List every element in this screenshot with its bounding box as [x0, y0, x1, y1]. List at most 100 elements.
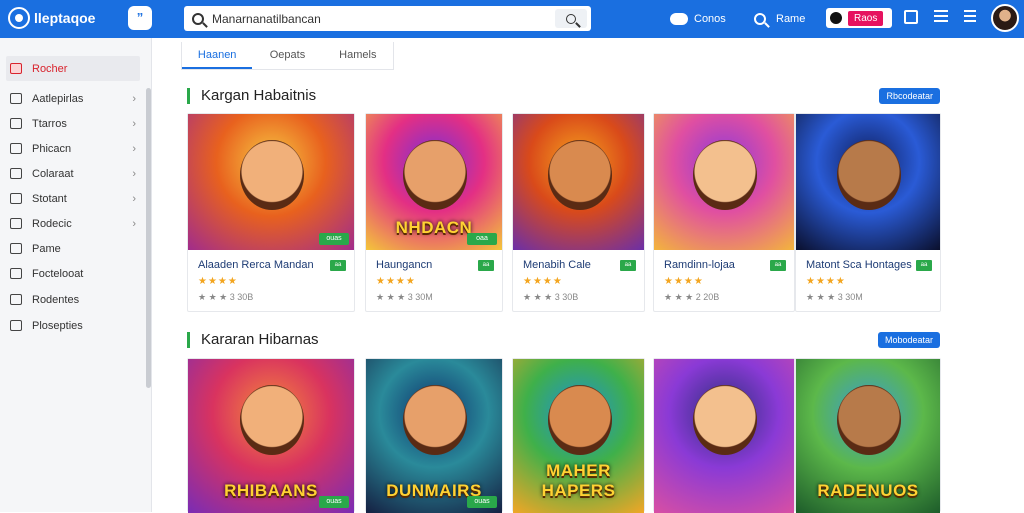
game-card[interactable]: NHDACN oaa Haungancn aa ★★★★ ★ ★ ★ 3 30M [365, 113, 503, 312]
game-thumbnail[interactable]: ouas [188, 114, 354, 250]
tab-haanen[interactable]: Haanen [182, 42, 253, 69]
chevron-right-icon: › [132, 142, 136, 155]
sidebar-item-label: Rocher [32, 62, 68, 75]
sidebar-item-0[interactable]: Rocher [6, 56, 140, 81]
sidebar-item-label: Rodecic [32, 217, 72, 230]
card-title: Alaaden Rerca Mandan [198, 259, 314, 271]
game-thumbnail[interactable]: RADENUOS [796, 359, 940, 513]
tag-icon [10, 168, 22, 179]
section-title: Kararan Hibarnas [201, 331, 319, 348]
search-bar [184, 6, 591, 31]
sidebar-item-1[interactable]: Aatlepirlas › [6, 86, 140, 111]
character-art [837, 385, 901, 455]
gift-icon[interactable] [904, 10, 918, 24]
sidebar-item-10[interactable]: Plosepties [6, 313, 140, 338]
sidebar-item-label: Phicacn [32, 142, 72, 155]
sidebar-item-9[interactable]: Rodentes [6, 287, 140, 312]
pencil-icon [10, 193, 22, 204]
frame-icon [10, 320, 22, 331]
character-art [693, 140, 757, 210]
new-badge: oaa [467, 233, 497, 245]
game-thumbnail[interactable]: MAHER HAPERS [513, 359, 644, 513]
game-card[interactable]: DUNMAIRS ouas [365, 358, 503, 513]
rating-stars: ★★★★ [806, 276, 846, 287]
game-thumbnail[interactable] [796, 114, 940, 250]
grid-icon [10, 243, 22, 254]
menu-icon[interactable] [934, 10, 948, 24]
avatar[interactable] [991, 4, 1019, 32]
game-thumbnail[interactable] [654, 114, 794, 250]
search-nav[interactable]: Rame [754, 0, 805, 38]
card-title: Matont Sca Hontages [806, 259, 912, 271]
sidebar-item-5[interactable]: Stotant › [6, 186, 140, 211]
live-pill[interactable]: Raos [826, 8, 892, 28]
sidebar-scrollbar[interactable] [146, 88, 151, 388]
magnifier-icon [754, 13, 766, 25]
game-card[interactable]: Menabih Cale aa ★★★★ ★ ★ ★ 3 30B [512, 113, 645, 312]
tab-hamels[interactable]: Hamels [323, 42, 393, 69]
sidebar-item-8[interactable]: Foctelooat [6, 261, 140, 286]
live-pill-label: Raos [848, 10, 884, 26]
search-button[interactable] [555, 9, 587, 28]
card-tag: aa [770, 260, 786, 271]
circle-icon [10, 268, 22, 279]
sidebar-item-label: Rodentes [32, 293, 80, 306]
home-icon [10, 63, 22, 74]
list-icon[interactable] [964, 10, 976, 24]
sidebar-item-3[interactable]: Phicacn › [6, 136, 140, 161]
gamepad-icon [670, 13, 688, 25]
chat-button[interactable]: ” [128, 6, 152, 30]
doc-icon [10, 143, 22, 154]
character-art [693, 385, 757, 455]
sidebar-item-7[interactable]: Pame [6, 236, 140, 261]
chevron-right-icon: › [132, 217, 136, 230]
house-icon [10, 118, 22, 129]
sidebar-item-label: Foctelooat [32, 267, 84, 280]
chevron-right-icon: › [132, 192, 136, 205]
search-input[interactable] [212, 11, 542, 26]
game-card[interactable]: Ramdinn-lojaa aa ★★★★ ★ ★ ★ 2 20B [653, 113, 795, 312]
view-all-button[interactable]: Mobodeatar [877, 332, 940, 348]
search-icon [192, 12, 204, 25]
character-art [403, 385, 467, 455]
character-art [240, 385, 304, 455]
game-card[interactable]: ouas Alaaden Rerca Mandan aa ★★★★ ★ ★ ★ 3 30… [187, 113, 355, 312]
card-meta: ★ ★ ★ 3 30B [198, 292, 254, 302]
chevron-right-icon: › [132, 167, 136, 180]
view-all-button[interactable]: Rbcodeatar [879, 88, 940, 104]
game-logo-text: MAHER HAPERS [541, 461, 616, 500]
card-meta: ★ ★ ★ 3 30M [806, 292, 863, 302]
game-thumbnail[interactable] [654, 359, 794, 513]
character-art [837, 140, 901, 210]
sidebar-item-2[interactable]: Ttarros › [6, 111, 140, 136]
list-icon [10, 218, 22, 229]
character-art [403, 140, 467, 210]
game-card[interactable]: Matont Sca Hontages aa ★★★★ ★ ★ ★ 3 30M [795, 113, 941, 312]
rating-stars: ★★★★ [664, 276, 704, 287]
game-thumbnail[interactable] [513, 114, 644, 250]
chevron-right-icon: › [132, 92, 136, 105]
top-bar: lleptaqoe ” Conos Rame Raos [0, 0, 1024, 38]
tab-oepats[interactable]: Oepats [252, 42, 322, 69]
card-title: Haungancn [376, 259, 433, 271]
sidebar-item-4[interactable]: Colaraat › [6, 161, 140, 186]
game-thumbnail[interactable]: RHIBAANS ouas [188, 359, 354, 513]
chevron-right-icon: › [132, 117, 136, 130]
search-nav-label: Rame [776, 13, 806, 25]
sidebar-item-label: Pame [32, 242, 61, 255]
game-logo-text: RADENUOS [817, 481, 919, 500]
game-card[interactable]: RHIBAANS ouas [187, 358, 355, 513]
card-tag: aa [620, 260, 636, 271]
sidebar-item-6[interactable]: Rodecic › [6, 211, 140, 236]
game-thumbnail[interactable]: NHDACN oaa [366, 114, 502, 250]
games-nav[interactable]: Conos [670, 0, 726, 38]
game-thumbnail[interactable]: DUNMAIRS ouas [366, 359, 502, 513]
new-badge: ouas [467, 496, 497, 508]
logo[interactable]: lleptaqoe [8, 7, 95, 29]
game-card[interactable]: RADENUOS [795, 358, 941, 513]
image-icon [10, 294, 22, 305]
game-card[interactable]: MAHER HAPERS [512, 358, 645, 513]
tab-bar: Haanen Oepats Hamels [181, 42, 394, 70]
game-card[interactable] [653, 358, 795, 513]
card-title: Ramdinn-lojaa [664, 259, 735, 271]
